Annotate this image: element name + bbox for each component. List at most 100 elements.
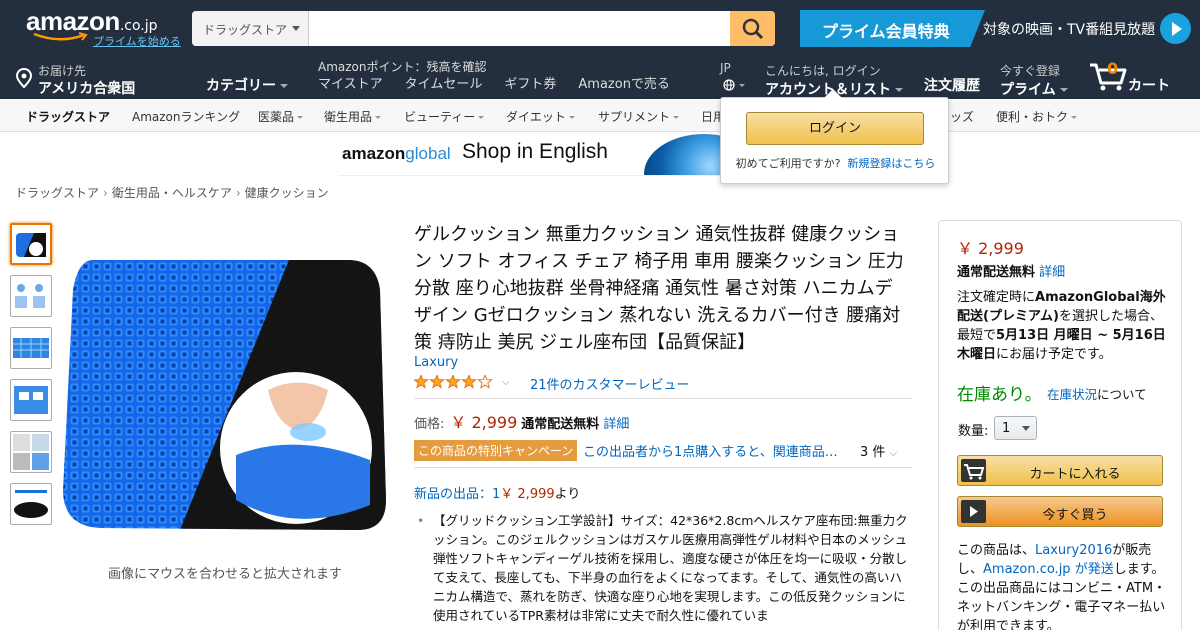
subnav-item-medicine[interactable]: 医薬品 <box>258 108 304 125</box>
nav-link-giftcard[interactable]: ギフト券 <box>504 73 556 92</box>
quantity-label: 数量: <box>958 424 989 439</box>
seller-link[interactable]: Laxury2016 <box>1035 543 1112 558</box>
chevron-down-icon <box>568 116 575 119</box>
promotion-link[interactable]: この出品者から1点購入すると、関連商品… <box>583 441 839 460</box>
search-department-select[interactable]: ドラッグストア <box>192 11 309 46</box>
add-to-cart-label: カートに入れる <box>1029 467 1121 482</box>
prime-video-banner[interactable]: プライム会員特典 対象の映画・TV番組見放題 <box>800 10 1200 47</box>
star-rating[interactable]: ⌵ <box>414 375 510 389</box>
thumbnail-6[interactable] <box>10 483 52 525</box>
brand-link[interactable]: Laxury <box>414 355 458 370</box>
breadcrumb-item[interactable]: 衛生用品・ヘルスケア <box>112 186 232 200</box>
location-pin-icon <box>16 68 32 88</box>
subnav-item-deals[interactable]: 便利・おトク <box>996 108 1078 125</box>
new-customer-row: 初めてご利用ですか? 新規登録はこちら <box>721 155 950 171</box>
subnav-item-label: Amazonランキング <box>132 110 241 124</box>
nav-top: amazon.co.jp プライムを始める ドラッグストア プライム会員特典 対… <box>0 0 1200 56</box>
thumbnail-1[interactable] <box>10 223 52 265</box>
prime-banner-right: 対象の映画・TV番組見放題 <box>983 22 1156 38</box>
thumbnail-3[interactable] <box>10 327 52 369</box>
amazon-global-banner[interactable]: amazonglobal Shop in English <box>338 134 728 176</box>
new-offers-price: ￥ 2,999 <box>500 487 555 502</box>
thumbnail-2[interactable] <box>10 275 52 317</box>
signin-button[interactable]: ログイン <box>746 112 924 145</box>
prime-banner-left: プライム会員特典 <box>822 22 950 41</box>
breadcrumb: ドラッグストア › 衛生用品・ヘルスケア › 健康クッション <box>15 184 329 201</box>
play-icon <box>961 500 986 523</box>
figure-thumbnail-image <box>15 284 45 308</box>
subnav-item-hygiene[interactable]: 衛生用品 <box>324 108 382 125</box>
search-button[interactable] <box>730 11 775 46</box>
subnav-item-ranking[interactable]: Amazonランキング <box>132 108 240 125</box>
prime-signup-label: 今すぐ登録 <box>1000 64 1061 78</box>
thumbnail-5[interactable] <box>10 431 52 473</box>
nav-main: お届け先 アメリカ合衆国 カテゴリー Amazonポイント：残高を確認 マイスト… <box>0 56 1200 99</box>
category-label: カテゴリー <box>206 78 276 94</box>
subnav-item-beauty[interactable]: ビューティー <box>404 108 485 125</box>
star-filled-icon <box>445 375 461 389</box>
subnav-store[interactable]: ドラッグストア <box>26 108 110 125</box>
new-offers-link[interactable]: 新品の出品：1 <box>414 487 500 502</box>
search-input[interactable] <box>309 11 730 46</box>
subnav-item-label: 便利・おトク <box>996 110 1069 124</box>
promotion-count[interactable]: 3 件 ⌵ <box>860 441 897 460</box>
add-to-cart-button[interactable]: カートに入れる <box>957 455 1163 486</box>
sub-nav: ドラッグストア Amazonランキング 医薬品 衛生用品 ビューティー ダイエッ… <box>0 99 1200 132</box>
divider <box>414 398 912 399</box>
cart-button[interactable]: 0 カート <box>1089 59 1170 94</box>
account-greeting: こんにちは, ログイン <box>765 64 881 78</box>
cart-label: カート <box>1128 78 1170 94</box>
play-icon <box>1160 13 1191 44</box>
chevron-right-icon: › <box>235 186 241 200</box>
chevron-down-icon: ⌵ <box>889 448 898 459</box>
stock-info-suffix: について <box>1097 387 1147 402</box>
prime-start-link[interactable]: プライムを始める <box>93 33 181 49</box>
subnav-item-label: ビューティー <box>404 110 476 124</box>
divider <box>414 467 912 468</box>
stock-info: 在庫状況について <box>1047 384 1147 403</box>
logo-tld: .co.jp <box>119 18 158 34</box>
subnav-item-diet[interactable]: ダイエット <box>506 108 575 125</box>
buybox-details-link[interactable]: 詳細 <box>1039 265 1065 280</box>
cart-icon <box>961 459 986 482</box>
chevron-down-icon <box>673 116 680 119</box>
cushion-thumbnail-image <box>16 233 46 257</box>
nav-link-mystore[interactable]: マイストア <box>318 73 383 92</box>
thumbnail-4[interactable] <box>10 379 52 421</box>
buy-now-button[interactable]: 今すぐ買う <box>957 496 1163 527</box>
buybox-price: ￥ 2,999 <box>957 239 1024 258</box>
nav-link-sell[interactable]: Amazonで売る <box>578 73 670 92</box>
stock-status-link[interactable]: 在庫状況 <box>1047 387 1097 402</box>
shipping-details-link[interactable]: 詳細 <box>603 417 629 432</box>
grid-thumbnail-image <box>13 338 49 358</box>
buybox-free-shipping: 通常配送無料 <box>957 265 1036 280</box>
feature-bullet-text: 【グリッドクッション工学設計】サイズ：42*36*2.8cmヘルスケア座布団:無… <box>433 513 908 623</box>
subnav-item-label: ダイエット <box>506 110 566 124</box>
quantity-select[interactable]: 1 <box>994 416 1037 440</box>
star-filled-icon <box>414 375 429 389</box>
amazon-global-logo: amazonglobal <box>342 144 451 164</box>
buybox-shipping: 通常配送無料 詳細 <box>957 261 1065 280</box>
breadcrumb-item[interactable]: 健康クッション <box>245 186 329 200</box>
register-link[interactable]: 新規登録はこちら <box>847 157 935 170</box>
language-selector[interactable]: JP <box>720 61 745 91</box>
subnav-item-supplement[interactable]: サプリメント <box>598 108 680 125</box>
amazon-logo[interactable]: amazon.co.jp プライムを始める <box>26 8 181 48</box>
banner-brand-light: global <box>405 144 451 163</box>
chevron-down-icon <box>1071 116 1078 119</box>
breadcrumb-item[interactable]: ドラッグストア <box>15 186 99 200</box>
chevron-down-icon <box>297 116 304 119</box>
delivery-estimate: 注文確定時にAmazonGlobal海外配送(プレミアム)を選択した場合、最短で… <box>957 288 1169 364</box>
deliver-label: お届け先 <box>38 64 87 78</box>
prime-menu[interactable]: 今すぐ登録 プライム <box>1000 62 1068 99</box>
orders-link[interactable]: 注文履歴 <box>924 75 980 95</box>
nav-link-timesale[interactable]: タイムセール <box>405 73 483 92</box>
review-count-link[interactable]: 21件のカスタマーレビュー <box>530 374 690 393</box>
chevron-down-icon: ⌵ <box>502 376 510 388</box>
category-menu[interactable]: カテゴリー <box>206 75 288 95</box>
fulfilled-by-link[interactable]: Amazon.co.jp が発送 <box>983 562 1114 577</box>
subnav-item-goods[interactable]: ッズ <box>950 108 974 125</box>
search-bar: ドラッグストア <box>192 11 775 46</box>
product-main-image[interactable] <box>58 250 393 535</box>
new-customer-label: 初めてご利用ですか? <box>735 157 841 170</box>
